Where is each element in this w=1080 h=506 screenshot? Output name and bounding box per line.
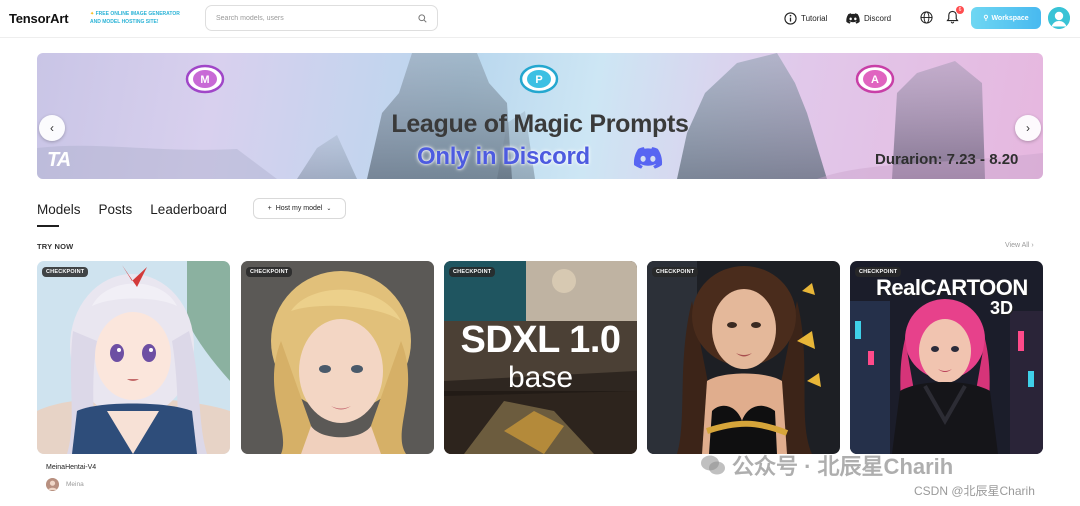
tagline-line1: FREE ONLINE IMAGE GENERATOR — [95, 11, 180, 17]
search-input[interactable] — [216, 11, 406, 26]
discord-link[interactable]: Discord — [846, 11, 891, 25]
model-card[interactable]: CHECKPOINT RealCARTOON 3D — [850, 261, 1043, 454]
ta-brand-mark: TA — [47, 149, 71, 171]
banner-next-button[interactable]: › — [1015, 115, 1041, 141]
arrow-left-icon: ‹ — [50, 121, 54, 135]
model-card[interactable]: CHECKPOINT — [241, 261, 434, 454]
arrow-right-icon: › — [1026, 121, 1030, 135]
card-overlay-title: SDXL 1.0 — [460, 319, 621, 361]
wechat-watermark-text: 公众号 · 北辰星Charih — [732, 454, 954, 479]
tab-leaderboard[interactable]: Leaderboard — [150, 202, 227, 217]
model-card[interactable]: CHECKPOINT SDXL 1.0 base — [444, 261, 637, 454]
top-navbar: TensorArt ✦ FREE ONLINE IMAGE GENERATOR … — [0, 0, 1080, 38]
author-name[interactable]: Meina — [66, 481, 84, 488]
badge-m-icon: M — [185, 64, 225, 94]
view-all-label: View All — [1005, 242, 1030, 249]
badge-a-icon: A — [855, 64, 895, 94]
info-circle-icon — [784, 11, 797, 25]
discord-icon — [846, 12, 860, 24]
banner-duration: Durarion: 7.23 - 8.20 — [875, 151, 1019, 168]
view-all-link[interactable]: View All › — [1005, 242, 1034, 249]
banner-title: League of Magic Prompts — [391, 110, 689, 138]
content-tabs: Models Posts Leaderboard — [37, 202, 245, 227]
wand-icon: ⚲ — [983, 15, 989, 22]
tab-models[interactable]: Models — [37, 202, 81, 227]
host-model-button[interactable]: + Host my model ⌄ — [253, 198, 346, 219]
notification-badge: 6 — [956, 6, 964, 14]
workspace-button[interactable]: ⚲ Workspace — [971, 7, 1041, 29]
site-logo[interactable]: TensorArt — [9, 11, 69, 26]
banner-subtitle: Only in Discord — [417, 143, 590, 170]
checkpoint-badge: CHECKPOINT — [42, 267, 89, 277]
section-title: TRY NOW — [37, 242, 74, 251]
badge-p-letter: P — [535, 74, 542, 86]
workspace-label: Workspace — [991, 14, 1029, 22]
plus-icon: + — [267, 205, 272, 212]
model-card[interactable]: CHECKPOINT — [647, 261, 840, 454]
checkpoint-badge: CHECKPOINT — [246, 267, 293, 277]
model-card[interactable]: CHECKPOINT — [37, 261, 230, 454]
tutorial-link[interactable]: Tutorial — [784, 11, 827, 25]
user-avatar[interactable] — [1048, 7, 1070, 29]
search-box[interactable] — [205, 5, 438, 31]
badge-m-letter: M — [200, 74, 209, 86]
discord-icon — [633, 147, 663, 169]
author-avatar[interactable] — [46, 478, 59, 491]
card-overlay-subtitle: 3D — [990, 298, 1014, 318]
badge-a-letter: A — [871, 74, 879, 86]
model-thumbnail — [241, 261, 434, 454]
tagline-line2: AND MODEL HOSTING SITE! — [90, 19, 159, 25]
model-thumbnail — [647, 261, 840, 454]
host-model-label: Host my model — [275, 205, 323, 212]
checkpoint-badge: CHECKPOINT — [652, 267, 699, 277]
discord-label: Discord — [864, 13, 892, 23]
search-icon[interactable] — [418, 14, 427, 23]
tutorial-label: Tutorial — [801, 13, 828, 23]
badge-p-icon: P — [519, 64, 559, 94]
banner-prev-button[interactable]: ‹ — [39, 115, 65, 141]
promo-banner[interactable]: M P A League of Magic Prompts Only in Di… — [37, 53, 1043, 179]
site-tagline: ✦ FREE ONLINE IMAGE GENERATOR AND MODEL … — [90, 10, 200, 26]
csdn-watermark: CSDN @北辰星Charih — [914, 484, 1035, 498]
chevron-right-icon: › — [1031, 242, 1034, 249]
tab-posts[interactable]: Posts — [99, 202, 133, 217]
card-overlay-subtitle: base — [507, 361, 574, 394]
wechat-watermark: 公众号 · 北辰星Charih — [700, 449, 953, 481]
chevron-down-icon: ⌄ — [326, 206, 332, 212]
model-thumbnail — [37, 261, 230, 454]
checkpoint-badge: CHECKPOINT — [449, 267, 496, 277]
model-name[interactable]: MeinaHentai-V4 — [46, 464, 96, 471]
wechat-icon — [701, 455, 725, 475]
globe-icon[interactable] — [920, 11, 933, 24]
